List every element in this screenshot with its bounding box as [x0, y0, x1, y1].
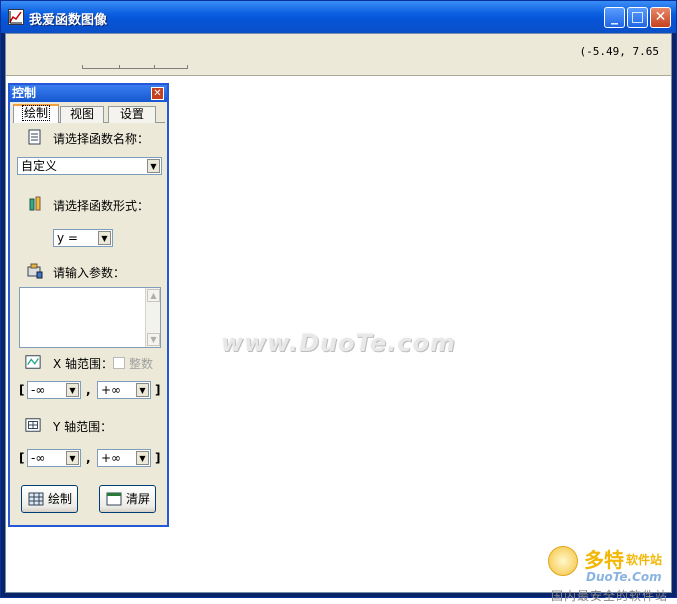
panel-close-button[interactable]: ✕ — [151, 87, 164, 100]
minimize-button[interactable]: _ — [604, 7, 625, 28]
function-name-select[interactable]: 自定义 ▼ — [17, 157, 162, 175]
maximize-button[interactable]: □ — [627, 7, 648, 28]
clear-button[interactable]: 清屏 — [99, 485, 156, 513]
y-max-value: +∞ — [101, 451, 122, 465]
x-min-select[interactable]: -∞ ▼ — [27, 381, 81, 399]
y-bracket-close: ] — [155, 451, 161, 465]
chart-app-icon — [8, 9, 24, 25]
draw-button-label: 绘制 — [48, 492, 73, 506]
ruler-strip — [82, 65, 188, 74]
corner-logo: 多特 软件站 DuoTe.Com 国内最安全的软件站 — [546, 542, 671, 603]
control-panel: 控制 ✕ 绘制 视图 设置 请选择函数名称： 自定义 ▼ 请选择函数形式： y … — [8, 83, 169, 527]
function-name-label: 请选择函数名称： — [53, 132, 150, 146]
tab-view[interactable]: 视图 — [60, 106, 104, 123]
clear-button-label: 清屏 — [126, 492, 151, 506]
draw-button[interactable]: 绘制 — [21, 485, 78, 513]
integer-checkbox[interactable] — [113, 357, 125, 369]
function-name-value: 自定义 — [21, 159, 58, 173]
mascot-icon — [548, 546, 578, 576]
scroll-down-icon[interactable]: ▼ — [147, 333, 160, 346]
tab-draw[interactable]: 绘制 — [13, 104, 59, 123]
chevron-down-icon[interactable]: ▼ — [66, 451, 79, 465]
logo-brand: 多特 — [584, 548, 624, 572]
coordinate-readout: (-5.49, 7.65 — [579, 45, 659, 58]
x-bracket-open: [ — [19, 383, 25, 397]
params-scrollbar[interactable]: ▲ ▼ — [145, 288, 160, 347]
params-textarea[interactable]: ▲ ▼ — [19, 287, 161, 348]
y-min-value: -∞ — [31, 451, 46, 465]
draw-grid-icon — [28, 492, 44, 506]
watermark-text: www.DuoTe.com — [221, 329, 456, 357]
y-range-label: Y 轴范围： — [53, 420, 113, 434]
tab-strip: 绘制 视图 设置 — [13, 104, 165, 123]
chevron-down-icon[interactable]: ▼ — [136, 451, 149, 465]
function-form-label: 请选择函数形式： — [53, 199, 150, 213]
input-params-icon — [27, 263, 43, 279]
scroll-up-icon[interactable]: ▲ — [147, 289, 160, 302]
panel-title[interactable]: 控制 — [10, 85, 167, 102]
logo-slogan: 国内最安全的软件站 — [551, 589, 669, 603]
window-title: 我爱函数图像 — [29, 13, 108, 28]
y-comma: , — [86, 451, 91, 465]
x-range-label: X 轴范围： — [53, 357, 114, 371]
chevron-down-icon[interactable]: ▼ — [98, 231, 111, 245]
y-max-select[interactable]: +∞ ▼ — [97, 449, 151, 467]
y-bracket-open: [ — [19, 451, 25, 465]
integer-label: 整数 — [129, 357, 154, 371]
logo-domain: DuoTe.Com — [586, 570, 662, 584]
params-label: 请输入参数： — [53, 266, 126, 280]
document-icon — [28, 129, 41, 145]
function-form-select[interactable]: y = ▼ — [53, 229, 113, 247]
x-axis-icon — [25, 355, 41, 369]
y-axis-icon — [25, 418, 41, 432]
toolbar: (-5.49, 7.65 — [6, 34, 671, 76]
x-comma: , — [86, 383, 91, 397]
y-min-select[interactable]: -∞ ▼ — [27, 449, 81, 467]
close-button[interactable]: ✕ — [650, 7, 671, 28]
x-max-value: +∞ — [101, 383, 122, 397]
title-bar[interactable]: 我爱函数图像 _ □ ✕ — [1, 1, 676, 33]
form-icon — [29, 196, 41, 211]
app-window: 我爱函数图像 _ □ ✕ (-5.49, 7.65 www.DuoTe.com … — [0, 0, 677, 603]
x-min-value: -∞ — [31, 383, 46, 397]
logo-brand-small: 软件站 — [626, 553, 663, 567]
chevron-down-icon[interactable]: ▼ — [147, 159, 160, 173]
x-bracket-close: ] — [155, 383, 161, 397]
function-form-value: y = — [57, 231, 78, 245]
chevron-down-icon[interactable]: ▼ — [136, 383, 149, 397]
chevron-down-icon[interactable]: ▼ — [66, 383, 79, 397]
tab-settings[interactable]: 设置 — [108, 106, 156, 123]
x-max-select[interactable]: +∞ ▼ — [97, 381, 151, 399]
clear-window-icon — [106, 492, 122, 506]
